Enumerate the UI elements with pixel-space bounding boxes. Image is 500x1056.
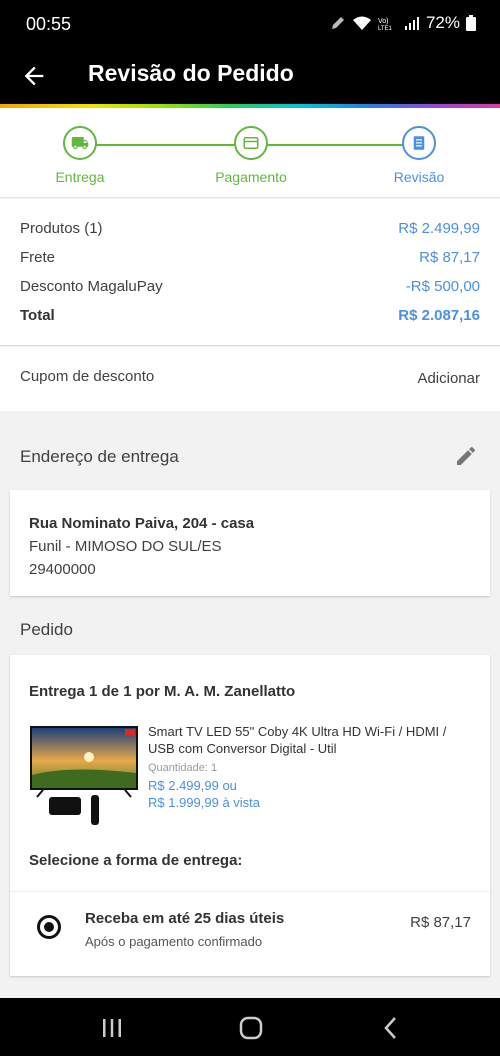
coupon-row: Cupom de desconto Adicionar: [0, 347, 500, 411]
add-coupon-button[interactable]: Adicionar: [417, 370, 480, 387]
product-info: Smart TV LED 55" Coby 4K Ultra HD Wi-Fi …: [148, 723, 468, 811]
back-nav-icon[interactable]: [378, 1015, 404, 1041]
step-label: Revisão: [393, 169, 445, 185]
order-section-title: Pedido: [20, 620, 73, 639]
shipping-option-subtitle: Após o pagamento confirmado: [85, 934, 263, 949]
step-pagamento[interactable]: Pagamento: [191, 126, 311, 185]
summary-row-discount: Desconto MagaluPay -R$ 500,00: [20, 278, 480, 295]
pen-icon: [331, 17, 344, 29]
shipping-select-title: Selecione a forma de entrega:: [29, 852, 243, 869]
volte-icon: Vo)LTE1: [378, 18, 393, 31]
address-city: Funil - MIMOSO DO SUL/ES: [29, 538, 222, 555]
radio-selected[interactable]: [37, 915, 61, 939]
address-card: Rua Nominato Paiva, 204 - casa Funil - M…: [10, 490, 490, 596]
shipping-option[interactable]: Receba em até 25 dias úteis Após o pagam…: [10, 891, 490, 976]
summary-value: -R$ 500,00: [405, 278, 480, 295]
checkout-stepper: Entrega Pagamento Revisão: [0, 108, 500, 198]
summary-label: Total: [20, 307, 55, 324]
order-summary: Produtos (1) R$ 2.499,99 Frete R$ 87,17 …: [0, 199, 500, 346]
system-nav-bar: [0, 998, 500, 1056]
step-entrega[interactable]: Entrega: [20, 126, 140, 185]
address-section-title: Endereço de entrega: [20, 447, 179, 466]
summary-label: Desconto MagaluPay: [20, 278, 163, 295]
home-icon[interactable]: [238, 1015, 264, 1041]
status-bar: 00:55 Vo) LTE1 72%: [0, 0, 500, 48]
wifi-icon: [352, 16, 371, 30]
address-street: Rua Nominato Paiva, 204 - casa: [29, 515, 255, 532]
svg-text:LTE1: LTE1: [378, 26, 393, 31]
svg-text:Vo): Vo): [378, 18, 389, 25]
step-label: Pagamento: [215, 169, 287, 185]
tv-product-image: [30, 726, 138, 825]
truck-icon: [63, 126, 97, 160]
summary-value: R$ 87,17: [419, 249, 480, 266]
credit-card-icon: [234, 126, 268, 160]
summary-label: Frete: [20, 249, 56, 266]
order-card: Entrega 1 de 1 por M. A. M. Zanellatto S…: [10, 655, 490, 976]
summary-row-products: Produtos (1) R$ 2.499,99: [20, 220, 480, 237]
summary-row-total: Total R$ 2.087,16: [20, 307, 480, 324]
status-icons: Vo) LTE1 72%: [330, 13, 476, 33]
signal-icon: [404, 17, 419, 30]
product-quantity: Quantidade: 1: [148, 762, 218, 774]
back-arrow-icon[interactable]: [20, 62, 48, 90]
step-label: Entrega: [55, 169, 105, 185]
summary-value: R$ 2.499,99: [398, 220, 480, 237]
page-title: Revisão do Pedido: [88, 60, 294, 86]
recent-apps-icon[interactable]: [99, 1015, 125, 1041]
edit-pencil-icon[interactable]: [454, 444, 478, 468]
shipping-option-price: R$ 87,17: [410, 914, 471, 931]
address-zip: 29400000: [29, 561, 96, 578]
battery-percent: 72%: [425, 13, 460, 32]
status-time: 00:55: [26, 14, 72, 34]
battery-icon: [466, 15, 476, 31]
coupon-label: Cupom de desconto: [20, 368, 155, 385]
step-revisao[interactable]: Revisão: [359, 126, 479, 185]
price-installments: R$ 2.499,99 ou: [148, 778, 237, 793]
product-name: Smart TV LED 55" Coby 4K Ultra HD Wi-Fi …: [148, 724, 447, 756]
summary-row-shipping: Frete R$ 87,17: [20, 249, 480, 266]
summary-value: R$ 2.087,16: [398, 307, 480, 324]
document-icon: [402, 126, 436, 160]
price-cash: R$ 1.999,99 à vista: [148, 795, 261, 810]
app-bar: Revisão do Pedido: [0, 48, 500, 104]
summary-label: Produtos (1): [20, 220, 103, 237]
shipping-option-title: Receba em até 25 dias úteis: [85, 910, 285, 927]
seller-label: Entrega 1 de 1 por M. A. M. Zanellatto: [29, 683, 296, 700]
